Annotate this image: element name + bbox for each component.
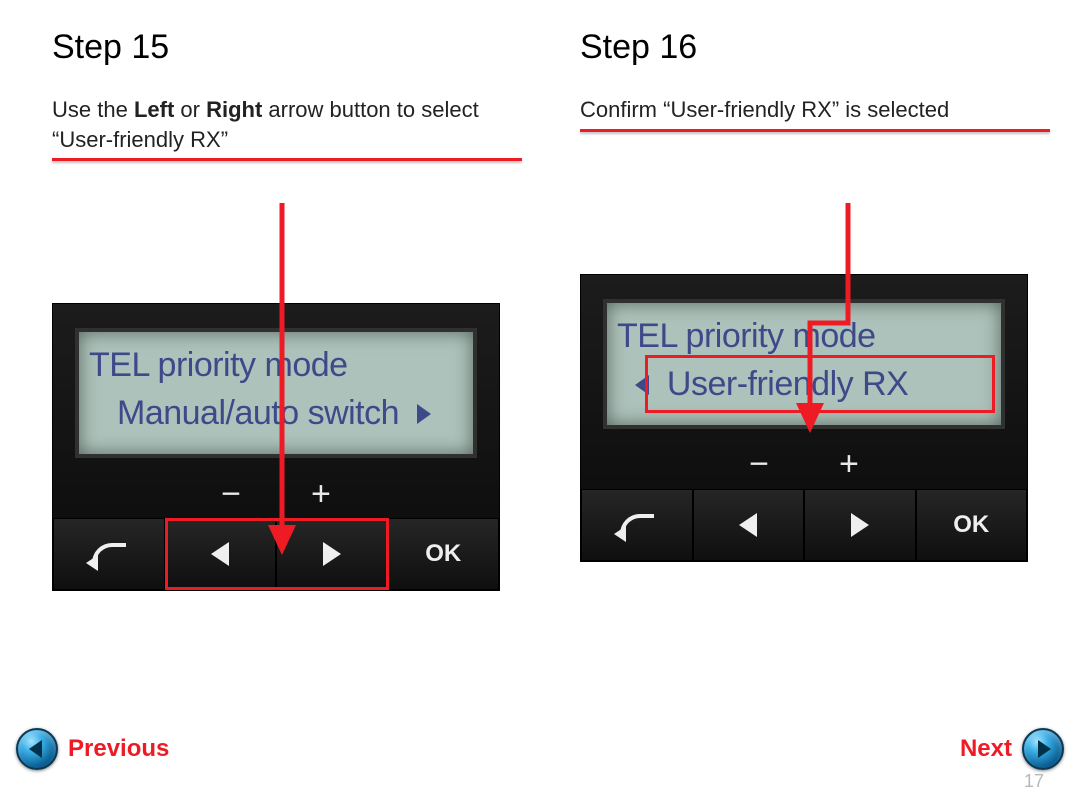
back-button[interactable] bbox=[53, 518, 165, 590]
device-panel: TEL priority mode User-friendly RX − + O… bbox=[580, 274, 1028, 562]
plus-icon: + bbox=[839, 445, 859, 484]
lcd-text: Manual/auto switch bbox=[117, 394, 399, 432]
step-instruction: Confirm “User-friendly RX” is selected bbox=[580, 95, 1050, 125]
triangle-right-icon bbox=[1038, 740, 1051, 758]
volume-symbols: − + bbox=[581, 443, 1027, 487]
right-arrow-button[interactable] bbox=[276, 518, 388, 590]
lcd-screen: TEL priority mode Manual/auto switch bbox=[75, 328, 477, 458]
left-arrow-button[interactable] bbox=[165, 518, 277, 590]
lcd-text: User-friendly RX bbox=[667, 365, 908, 403]
minus-icon: − bbox=[749, 445, 769, 484]
bold: Left bbox=[134, 97, 174, 122]
triangle-right-icon bbox=[851, 513, 869, 537]
triangle-left-icon bbox=[211, 542, 229, 566]
step-16-column: Step 16 Confirm “User-friendly RX” is se… bbox=[580, 28, 1050, 562]
previous-nav[interactable]: Previous bbox=[16, 728, 169, 770]
bold: Right bbox=[206, 97, 262, 122]
lcd-line-2: User-friendly RX bbox=[635, 365, 908, 404]
text: or bbox=[174, 97, 206, 122]
lcd-screen: TEL priority mode User-friendly RX bbox=[603, 299, 1005, 429]
next-label: Next bbox=[960, 735, 1012, 763]
lcd-line-1: TEL priority mode bbox=[617, 317, 876, 356]
lcd-line-1: TEL priority mode bbox=[89, 346, 348, 385]
ok-button[interactable]: OK bbox=[388, 518, 500, 590]
lcd-line-2: Manual/auto switch bbox=[117, 394, 431, 433]
left-arrow-button[interactable] bbox=[693, 489, 805, 561]
text: Use the bbox=[52, 97, 134, 122]
triangle-right-icon bbox=[417, 404, 431, 424]
right-arrow-button[interactable] bbox=[804, 489, 916, 561]
next-button[interactable] bbox=[1022, 728, 1064, 770]
previous-button[interactable] bbox=[16, 728, 58, 770]
step-instruction: Use the Left or Right arrow button to se… bbox=[52, 95, 522, 154]
triangle-left-icon bbox=[635, 375, 649, 395]
triangle-right-icon bbox=[323, 542, 341, 566]
triangle-left-icon bbox=[739, 513, 757, 537]
button-row: OK bbox=[581, 489, 1027, 561]
minus-icon: − bbox=[221, 475, 241, 514]
volume-symbols: − + bbox=[53, 472, 499, 516]
accent-underline bbox=[580, 129, 1050, 132]
step-15-column: Step 15 Use the Left or Right arrow butt… bbox=[52, 28, 522, 591]
ok-button[interactable]: OK bbox=[916, 489, 1028, 561]
next-nav[interactable]: Next bbox=[960, 728, 1064, 770]
device-panel: TEL priority mode Manual/auto switch − +… bbox=[52, 303, 500, 591]
plus-icon: + bbox=[311, 475, 331, 514]
step-title: Step 16 bbox=[580, 28, 1050, 67]
triangle-left-icon bbox=[29, 740, 42, 758]
back-icon bbox=[620, 514, 654, 536]
back-icon bbox=[92, 543, 126, 565]
step-title: Step 15 bbox=[52, 28, 522, 67]
back-button[interactable] bbox=[581, 489, 693, 561]
page-number: 17 bbox=[1024, 771, 1044, 792]
button-row: OK bbox=[53, 518, 499, 590]
accent-underline bbox=[52, 158, 522, 161]
previous-label: Previous bbox=[68, 735, 169, 763]
